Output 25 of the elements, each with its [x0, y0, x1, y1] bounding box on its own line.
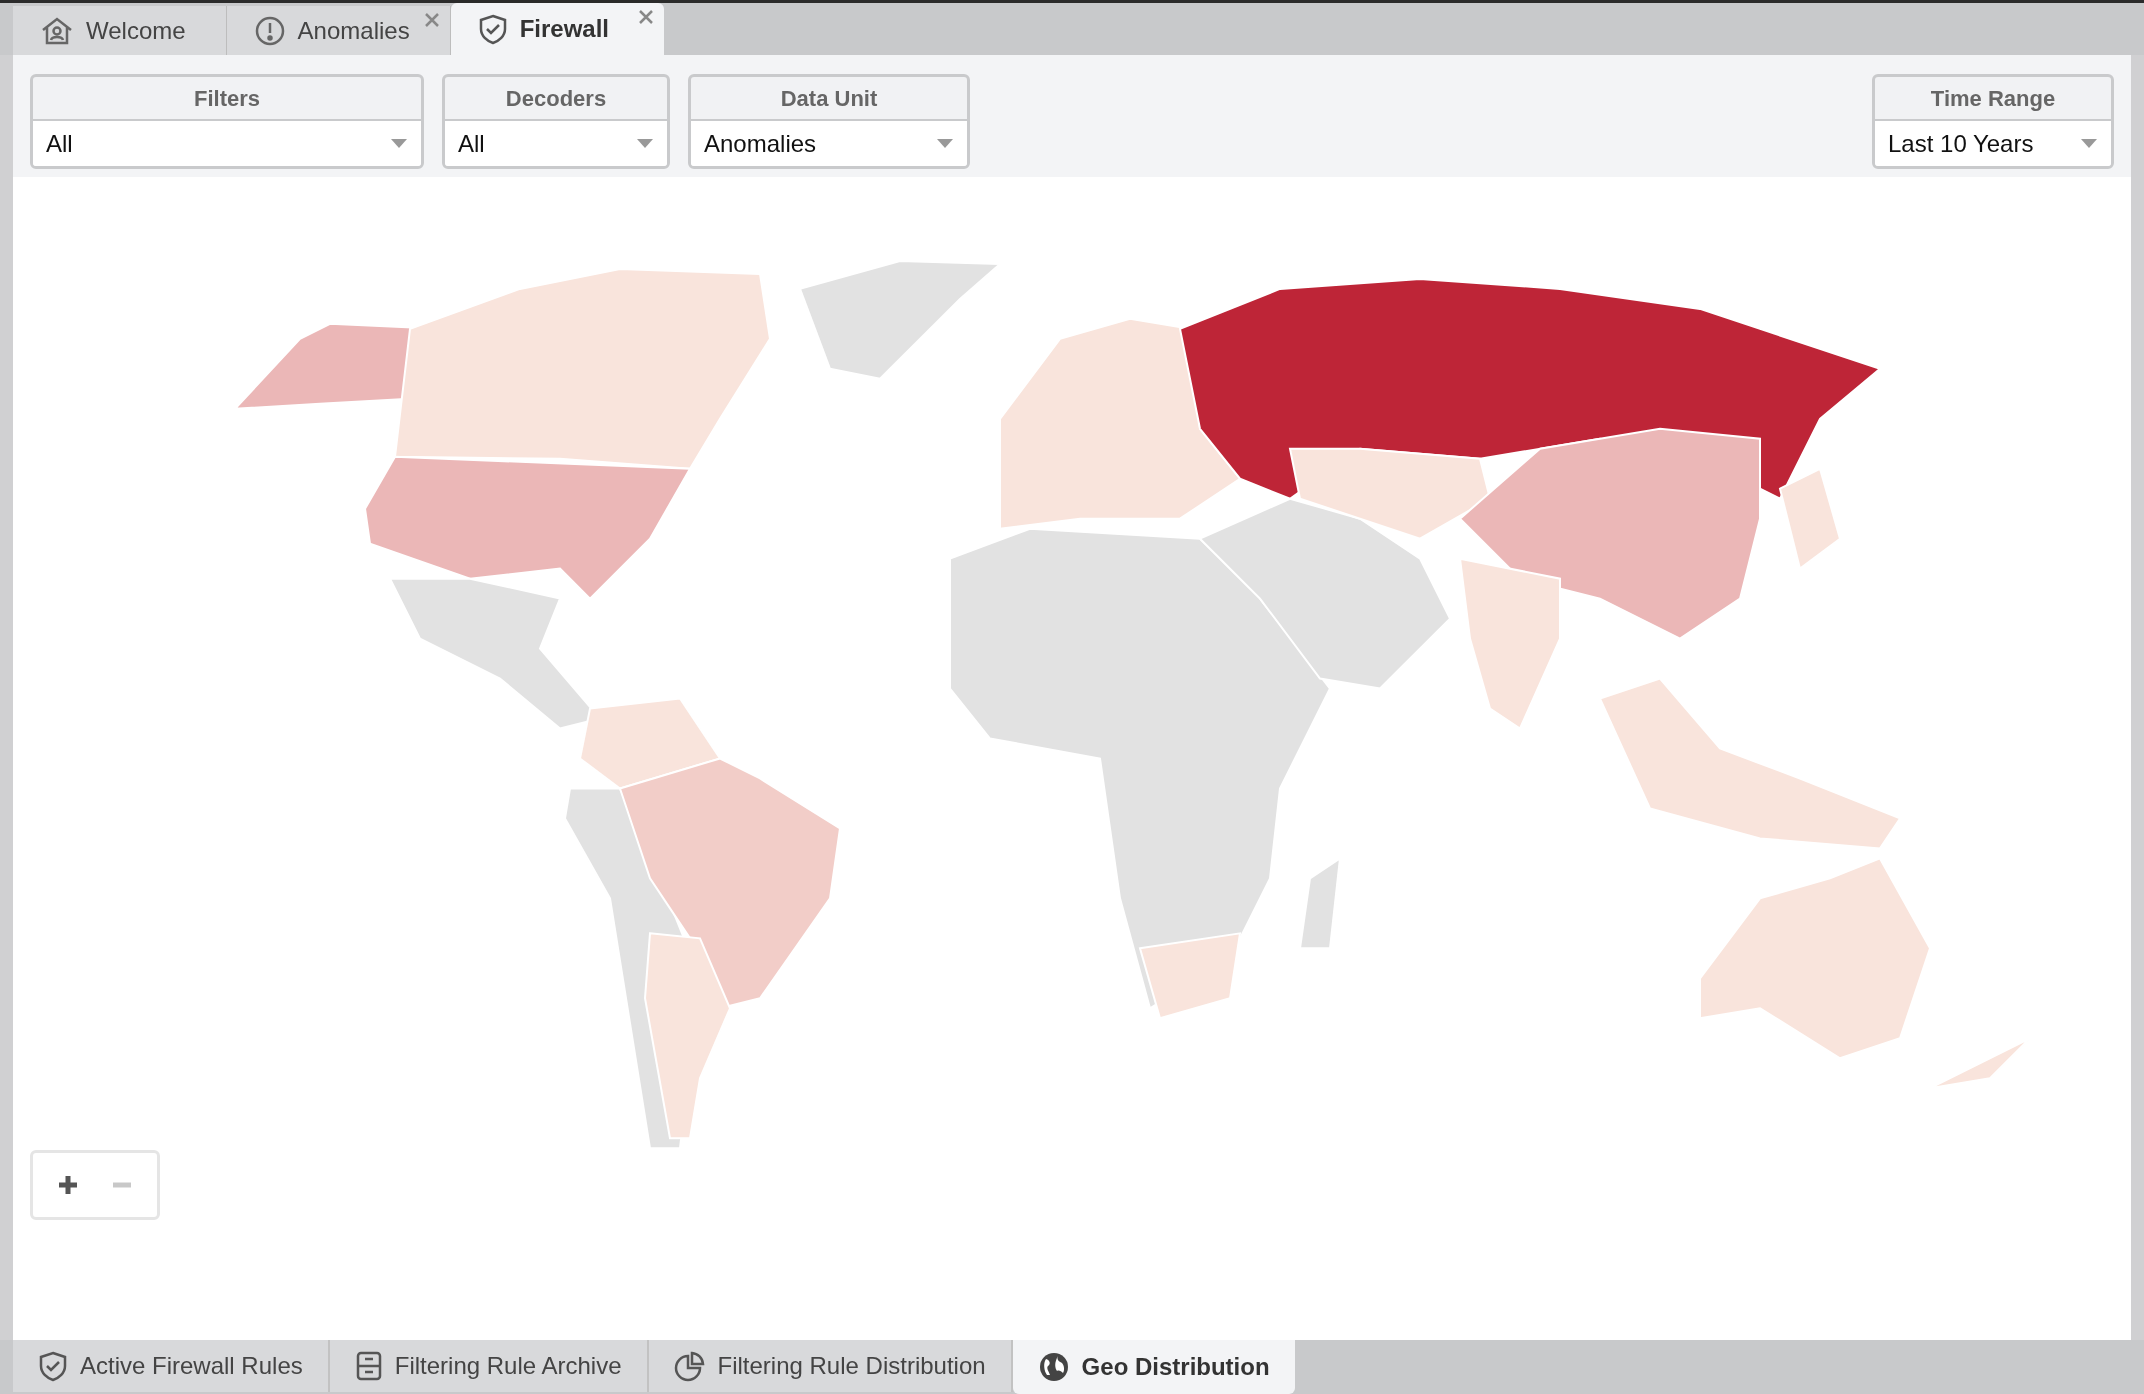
globe-icon [1037, 1351, 1070, 1383]
dropdown[interactable]: Anomalies [691, 121, 967, 166]
tab[interactable]: Anomalies [226, 6, 451, 55]
shield-icon [477, 13, 508, 45]
alert-icon [253, 14, 286, 47]
tab[interactable]: Firewall [450, 3, 665, 55]
close-icon[interactable] [638, 9, 655, 25]
tab[interactable]: Geo Distribution [1012, 1340, 1295, 1394]
dropdown[interactable]: All [445, 121, 667, 166]
tab[interactable]: Filtering Rule Archive [329, 1340, 649, 1392]
caret-icon [637, 139, 653, 148]
caret-icon [937, 139, 953, 148]
caret-icon [2081, 139, 2097, 148]
dropdown[interactable]: Last 10 Years [1875, 121, 2111, 166]
pie-chart-icon [673, 1350, 706, 1382]
archive-icon [354, 1350, 383, 1382]
tab[interactable]: Active Firewall Rules [13, 1340, 330, 1392]
dropdown[interactable]: All [33, 121, 421, 166]
shield-icon [38, 1350, 68, 1382]
close-icon[interactable] [423, 12, 440, 28]
house-icon [40, 15, 74, 46]
tab[interactable]: Filtering Rule Distribution [648, 1340, 1013, 1392]
caret-icon [391, 139, 407, 148]
tab[interactable]: Welcome [13, 6, 227, 55]
zoom-in-icon[interactable] [57, 1174, 79, 1196]
